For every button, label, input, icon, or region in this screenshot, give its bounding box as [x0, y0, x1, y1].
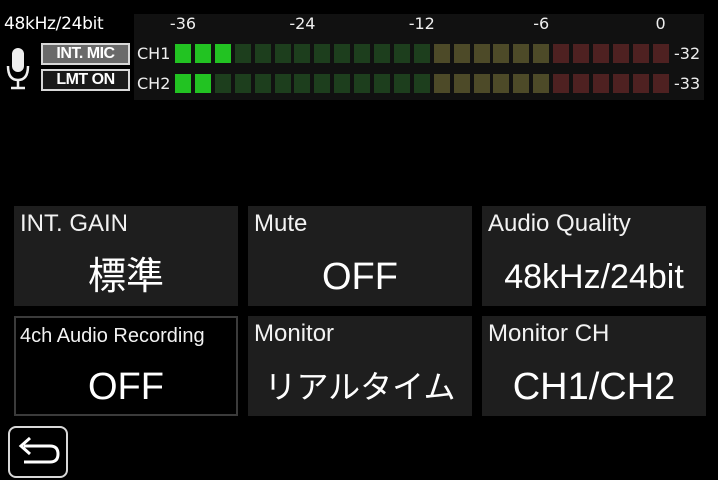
meter-segment [334, 74, 351, 93]
meter-segment [314, 74, 331, 93]
meter-segment [573, 74, 589, 93]
meter-scale-label: -12 [408, 14, 435, 33]
meter-segment [374, 74, 390, 93]
meter-segment [354, 44, 371, 63]
tile-value: 48kHz/24bit [504, 258, 684, 296]
meter-segment [413, 44, 430, 63]
tile-label: 4ch Audio Recording [20, 325, 205, 347]
return-arrow-icon [18, 436, 60, 464]
meter-scale-label: 0 [655, 14, 666, 33]
meter-segment [493, 74, 510, 93]
meter-segment [553, 74, 570, 93]
meter-segment [314, 44, 331, 63]
channel-1-label: CH1 [137, 44, 171, 63]
meter-segment [234, 44, 251, 63]
meter-segment [533, 44, 550, 63]
meter-segment [592, 44, 609, 63]
tile-label: Monitor [254, 320, 335, 347]
meter-segment [194, 74, 211, 93]
mute-tile[interactable]: Mute OFF [248, 206, 472, 306]
meter-segment [453, 74, 470, 93]
mic-source-tag: INT. MIC [41, 43, 130, 65]
meter-segment [393, 44, 410, 63]
meter-segment [632, 44, 649, 63]
meter-segment [294, 44, 311, 63]
meter-segment [533, 74, 550, 93]
meter-segment [513, 74, 530, 93]
meter-segment [175, 44, 191, 63]
meter-scale-label: -36 [169, 14, 197, 33]
meter-segment [413, 74, 430, 93]
tile-value: CH1/CH2 [512, 366, 676, 408]
meter-segment [652, 44, 669, 63]
channel-2-label: CH2 [137, 74, 171, 93]
meter-segment [194, 44, 211, 63]
tile-label: INT. GAIN [20, 210, 129, 237]
tile-label: Mute [254, 210, 308, 237]
meter-segment [612, 44, 629, 63]
meter-segment [493, 44, 510, 63]
meter-scale-label: -6 [533, 14, 550, 33]
tile-value: リアルタイム [264, 369, 456, 405]
meter-segment [274, 74, 291, 93]
meter-segment [254, 44, 271, 63]
4ch-audio-recording-tile[interactable]: 4ch Audio Recording OFF [14, 316, 238, 416]
meter-segment [294, 74, 311, 93]
meter-segment [652, 74, 669, 93]
meter-segment [592, 74, 609, 93]
monitor-ch-tile[interactable]: Monitor CH CH1/CH2 [482, 316, 706, 416]
meter-segment [612, 74, 629, 93]
meter-segment [354, 74, 371, 93]
meter-scale-label: -24 [289, 14, 316, 33]
meter-segment [274, 44, 291, 63]
meter-segment [234, 74, 251, 93]
limiter-tag: LMT ON [41, 69, 130, 91]
tile-value: OFF [322, 256, 398, 298]
meter-segment [453, 44, 470, 63]
meter-segment [254, 74, 271, 93]
meter-segment [573, 44, 589, 63]
meter-segment [473, 44, 490, 63]
meter-segment [175, 74, 191, 93]
tile-value: OFF [88, 366, 164, 408]
meter-segment [513, 44, 530, 63]
microphone-icon [6, 48, 30, 90]
channel-2-peak: -33 [674, 74, 701, 93]
back-button[interactable] [8, 426, 68, 478]
meter-segment [473, 74, 490, 93]
meter-segment [214, 44, 231, 63]
int-gain-tile[interactable]: INT. GAIN 標準 [14, 206, 238, 306]
meter-segment [433, 74, 450, 93]
meter-segment [433, 44, 450, 63]
meter-segment [632, 74, 649, 93]
tile-value: 標準 [87, 256, 164, 298]
tile-label: Audio Quality [488, 210, 631, 237]
meter-segment [553, 44, 570, 63]
channel-1-peak: -32 [674, 44, 701, 63]
meter-segment [334, 44, 351, 63]
meter-segment [393, 74, 410, 93]
tile-label: Monitor CH [488, 320, 610, 347]
audio-level-meter: -36 -24 -12 -6 0 [134, 14, 704, 100]
audio-format-readout: 48kHz/24bit [4, 14, 104, 34]
meter-segment [214, 74, 231, 93]
audio-quality-tile[interactable]: Audio Quality 48kHz/24bit [482, 206, 706, 306]
monitor-tile[interactable]: Monitor リアルタイム [248, 316, 472, 416]
meter-segment [374, 44, 390, 63]
